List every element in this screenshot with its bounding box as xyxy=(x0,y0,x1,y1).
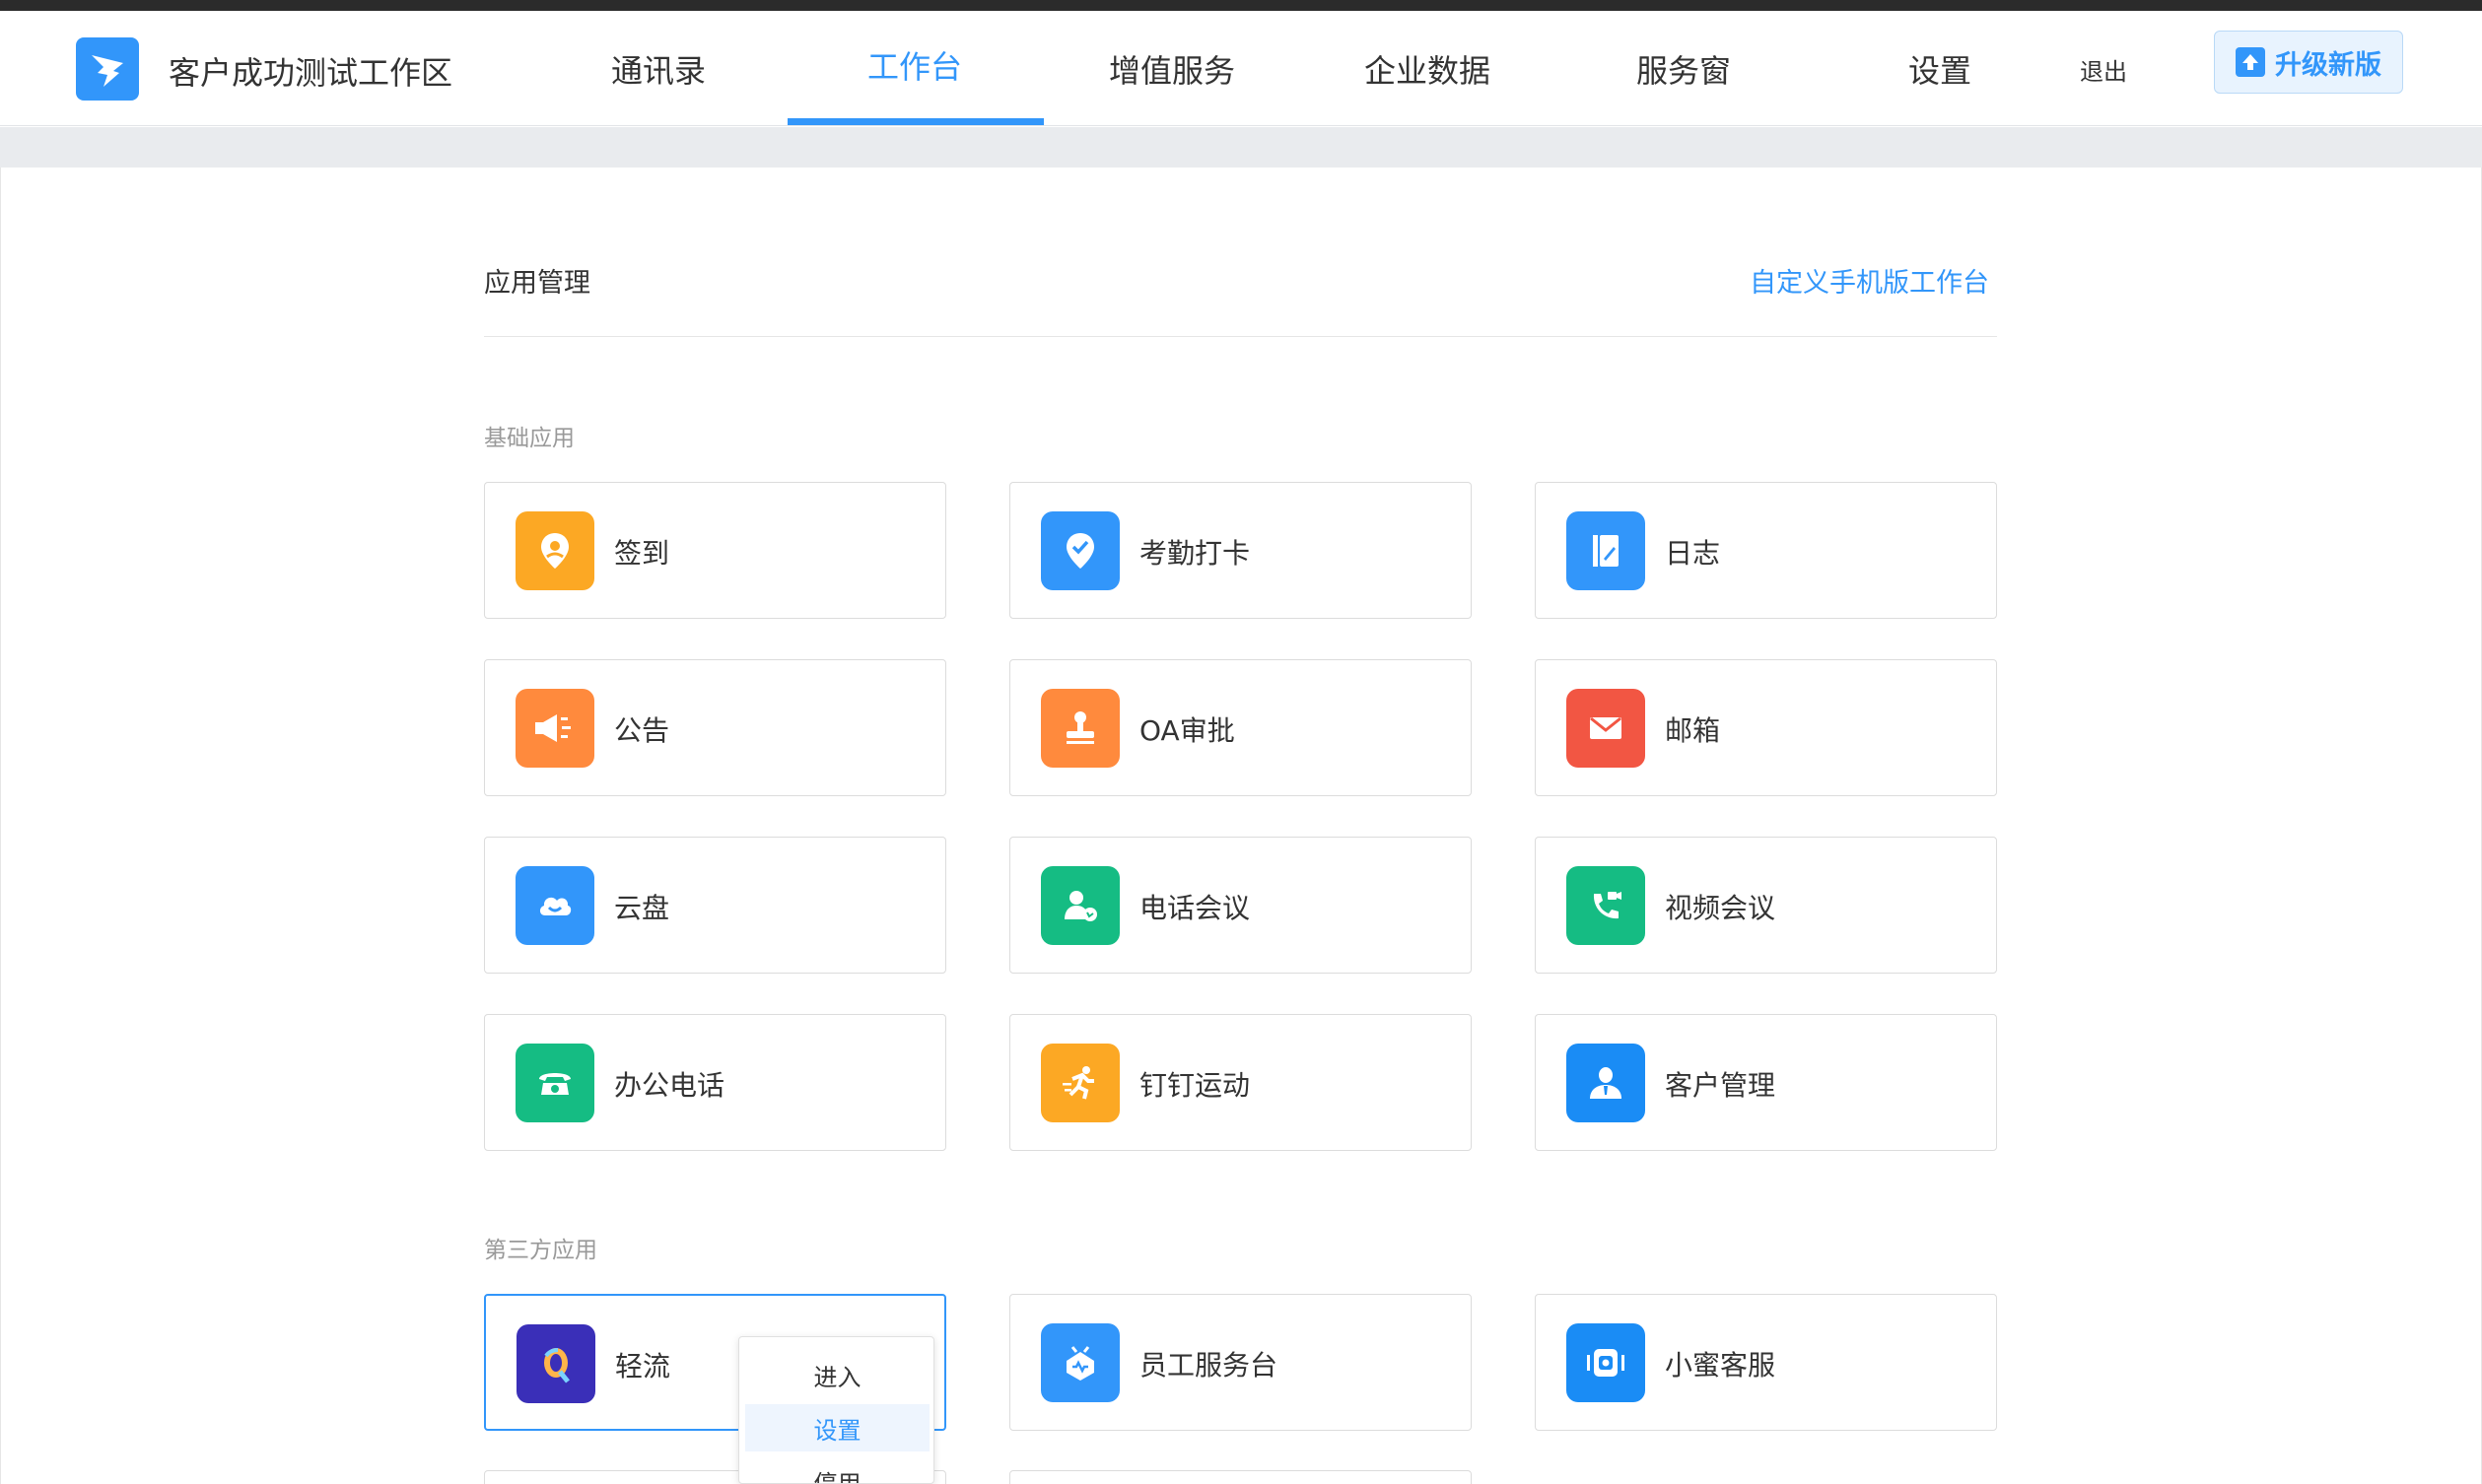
gray-separator-band xyxy=(0,127,2482,168)
notebook-icon xyxy=(1566,511,1645,590)
org-name[interactable]: 客户成功测试工作区 xyxy=(169,48,452,94)
app-label: 客户管理 xyxy=(1665,1069,1776,1102)
app-context-menu: 进入 设置 停用 xyxy=(738,1336,934,1484)
third-party-apps-label: 第三方应用 xyxy=(484,1238,597,1263)
dingtalk-logo-icon[interactable] xyxy=(76,37,139,101)
check-badge-icon xyxy=(1041,511,1120,590)
app-card-log[interactable]: 日志 xyxy=(1535,482,1997,619)
upload-arrow-icon xyxy=(2236,47,2265,77)
app-card-phone-conference[interactable]: 电话会议 xyxy=(1009,837,1472,974)
running-icon xyxy=(1041,1044,1120,1122)
app-card-customer-management[interactable]: 客户管理 xyxy=(1535,1014,1997,1151)
app-card-partial[interactable] xyxy=(1009,1470,1472,1484)
nav-contacts[interactable]: 通讯录 xyxy=(611,46,706,92)
app-label: 钉钉运动 xyxy=(1139,1069,1251,1102)
customer-icon xyxy=(1566,1044,1645,1122)
app-label: 小蜜客服 xyxy=(1665,1349,1776,1382)
basic-apps-label: 基础应用 xyxy=(484,426,575,451)
service-robot-icon xyxy=(1041,1323,1120,1402)
app-card-dingtalk-sports[interactable]: 钉钉运动 xyxy=(1009,1014,1472,1151)
desk-phone-icon xyxy=(516,1044,594,1122)
main-content-panel xyxy=(0,168,2482,1484)
menu-item-enter[interactable]: 进入 xyxy=(745,1351,930,1398)
app-card-xiaomi-customer-service[interactable]: 小蜜客服 xyxy=(1535,1294,1997,1431)
app-label: 签到 xyxy=(614,537,670,570)
app-card-video-conference[interactable]: 视频会议 xyxy=(1535,837,1997,974)
menu-item-settings[interactable]: 设置 xyxy=(745,1404,930,1451)
app-card-announcement[interactable]: 公告 xyxy=(484,659,946,796)
app-card-cloud-drive[interactable]: 云盘 xyxy=(484,837,946,974)
app-card-employee-service-desk[interactable]: 员工服务台 xyxy=(1009,1294,1472,1431)
chatbot-icon xyxy=(1566,1323,1645,1402)
app-label: 邮箱 xyxy=(1665,714,1721,747)
app-label: 云盘 xyxy=(614,892,670,924)
app-card-office-phone[interactable]: 办公电话 xyxy=(484,1014,946,1151)
app-label: 公告 xyxy=(614,714,670,747)
video-phone-icon xyxy=(1566,866,1645,945)
app-card-sign-in[interactable]: 签到 xyxy=(484,482,946,619)
upgrade-button[interactable]: 升级新版 xyxy=(2214,31,2403,94)
qingflow-q-icon xyxy=(517,1324,595,1403)
app-label: 视频会议 xyxy=(1665,892,1776,924)
nav-workbench[interactable]: 工作台 xyxy=(867,42,962,88)
cloud-icon xyxy=(516,866,594,945)
customize-mobile-workbench-link[interactable]: 自定义手机版工作台 xyxy=(1750,261,1989,300)
active-tab-underline xyxy=(788,118,1044,125)
app-label: 办公电话 xyxy=(614,1069,725,1102)
nav-value-added-services[interactable]: 增值服务 xyxy=(1109,46,1235,92)
app-label: 轻流 xyxy=(615,1350,671,1383)
top-header: 客户成功测试工作区 通讯录 工作台 增值服务 企业数据 服务窗 设置 退出 升级… xyxy=(0,11,2482,126)
title-divider xyxy=(484,336,1997,337)
app-label: OA审批 xyxy=(1139,714,1235,747)
upgrade-button-label: 升级新版 xyxy=(2275,49,2381,81)
megaphone-icon xyxy=(516,689,594,768)
menu-item-disable[interactable]: 停用 xyxy=(745,1457,930,1484)
location-pin-icon xyxy=(516,511,594,590)
app-card-attendance[interactable]: 考勤打卡 xyxy=(1009,482,1472,619)
app-card-oa-approval[interactable]: OA审批 xyxy=(1009,659,1472,796)
app-label: 电话会议 xyxy=(1139,892,1251,924)
person-phone-icon xyxy=(1041,866,1120,945)
nav-settings[interactable]: 设置 xyxy=(1908,46,1971,92)
app-label: 考勤打卡 xyxy=(1139,537,1251,570)
nav-enterprise-data[interactable]: 企业数据 xyxy=(1364,46,1490,92)
window-top-strip xyxy=(0,0,2482,11)
app-card-mailbox[interactable]: 邮箱 xyxy=(1535,659,1997,796)
logout-link[interactable]: 退出 xyxy=(2080,52,2127,87)
app-label: 日志 xyxy=(1665,537,1721,570)
mail-icon xyxy=(1566,689,1645,768)
app-label: 员工服务台 xyxy=(1139,1349,1278,1382)
nav-service-window[interactable]: 服务窗 xyxy=(1636,46,1731,92)
page-title: 应用管理 xyxy=(484,268,590,299)
stamp-icon xyxy=(1041,689,1120,768)
